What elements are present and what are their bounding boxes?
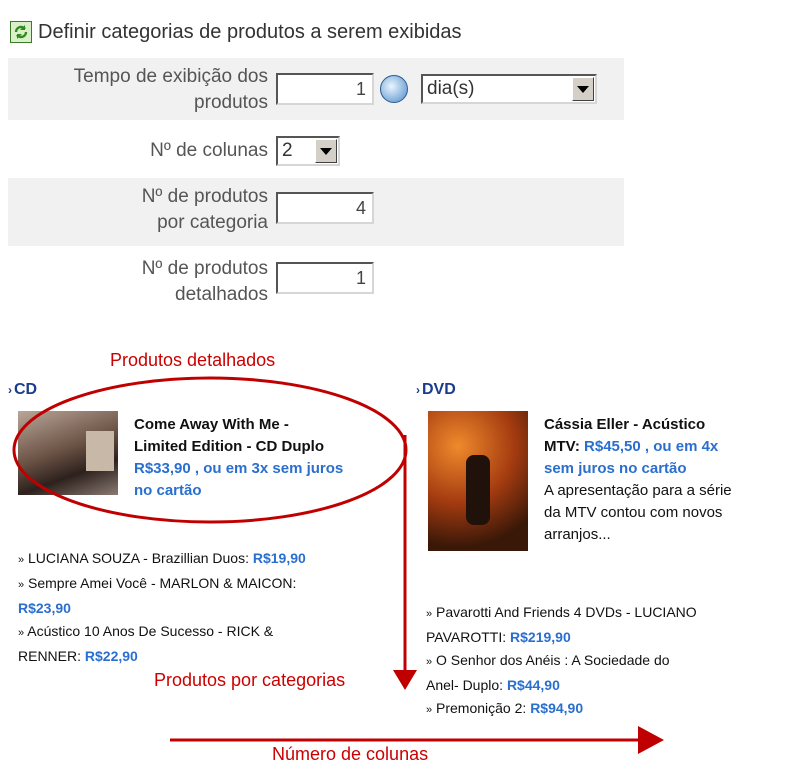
annotation-number-of-columns: Número de colunas	[272, 744, 429, 764]
columns-arrowhead	[638, 726, 664, 754]
category-title-dvd[interactable]: › DVD	[416, 381, 456, 399]
dvd-cover-image[interactable]	[428, 411, 528, 551]
dvd-product-list: » Pavarotti And Friends 4 DVDs - LUCIANO…	[426, 601, 786, 722]
annotation-products-per-category: Produtos por categorias	[154, 670, 346, 690]
dvd-featured-product[interactable]: Cássia Eller - Acústico MTV: R$45,50 , o…	[544, 414, 718, 480]
cd-product-list: » LUCIANA SOUZA - Brazillian Duos: R$19,…	[18, 547, 408, 668]
list-item[interactable]: » Sempre Amei Você - MARLON & MAICON:	[18, 572, 408, 597]
list-item[interactable]: » Premonição 2: R$94,90	[426, 697, 786, 722]
list-item[interactable]: » Acústico 10 Anos De Sucesso - RICK &	[18, 620, 408, 645]
dvd-featured-description: A apresentação para a série da MTV conto…	[544, 482, 732, 543]
per-category-arrowhead	[393, 670, 417, 690]
list-item[interactable]: » Pavarotti And Friends 4 DVDs - LUCIANO	[426, 601, 786, 626]
list-item[interactable]: » O Senhor dos Anéis : A Sociedade do	[426, 649, 786, 674]
detailed-products-ellipse	[12, 376, 408, 524]
list-item[interactable]: » LUCIANA SOUZA - Brazillian Duos: R$19,…	[18, 547, 408, 572]
